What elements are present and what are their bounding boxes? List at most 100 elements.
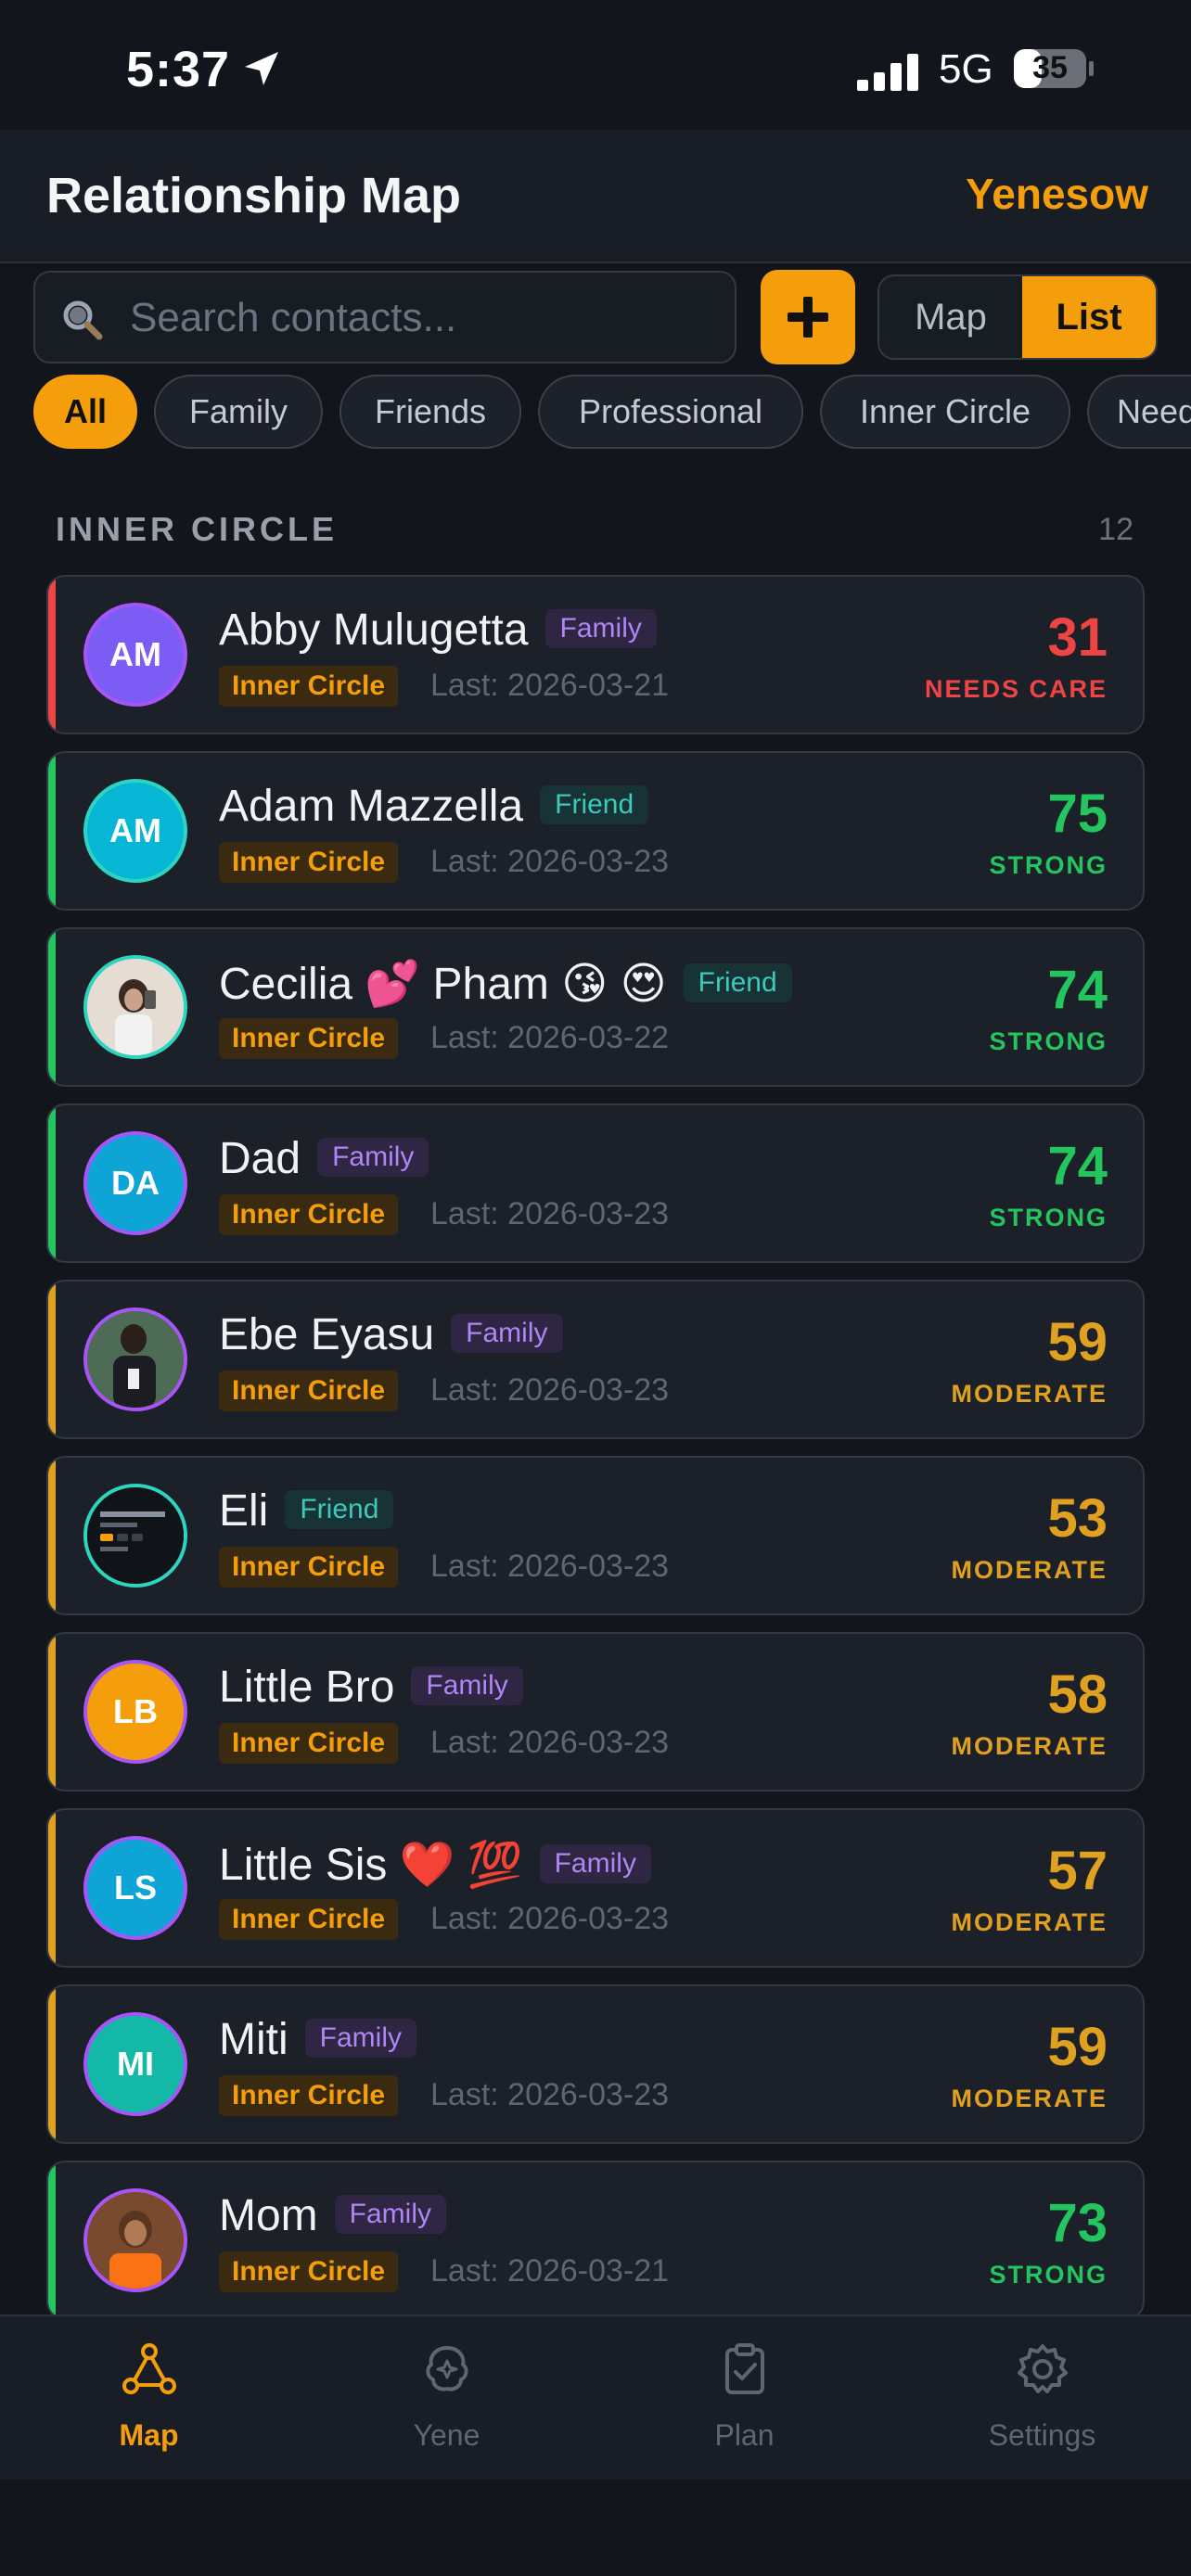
health-indicator — [48, 929, 56, 1085]
circle-badge: Inner Circle — [219, 666, 399, 707]
contact-name: Mom — [219, 2191, 318, 2240]
filter-chips: All Family Friends Professional Inner Ci… — [0, 375, 1191, 453]
contact-card[interactable]: Mom Family Inner Circle Last: 2026-03-21 … — [46, 2161, 1145, 2315]
circle-badge: Inner Circle — [219, 1371, 399, 1411]
photo-icon — [87, 1487, 184, 1584]
app-header: Relationship Map Yenesow — [0, 130, 1191, 263]
relation-tag: Friend — [540, 785, 649, 825]
contact-card[interactable]: Cecilia 💕 Pham 😘 😍 Friend Inner Circle La… — [46, 927, 1145, 1087]
circle-badge: Inner Circle — [219, 2075, 399, 2116]
gear-icon — [1018, 2344, 1068, 2393]
contact-card[interactable]: AM Abby Mulugetta Family Inner Circle Las… — [46, 575, 1145, 734]
view-toggle[interactable]: Map List — [877, 274, 1158, 360]
contact-card[interactable]: LS Little Sis ❤️ 💯 Family Inner Circle La… — [46, 1808, 1145, 1968]
tab-label: Settings — [988, 2418, 1096, 2452]
location-arrow-icon — [245, 52, 278, 85]
health-status: STRONG — [989, 2261, 1108, 2289]
avatar-photo — [83, 955, 187, 1059]
relation-tag: Family — [334, 2195, 447, 2235]
tab-map[interactable]: Map — [0, 2316, 298, 2481]
health-score: 31 — [1047, 607, 1108, 668]
last-contact: Last: 2026-03-23 — [430, 844, 670, 879]
filter-inner-circle[interactable]: Inner Circle — [820, 375, 1070, 449]
status-bar: 5:37 5G 35 — [0, 0, 1191, 130]
health-status: STRONG — [989, 851, 1108, 879]
avatar: LS — [83, 1836, 187, 1940]
filter-family[interactable]: Family — [154, 375, 323, 449]
health-indicator — [48, 753, 56, 909]
tab-plan[interactable]: Plan — [596, 2316, 893, 2481]
network-label: 5G — [939, 46, 993, 92]
avatar: LB — [83, 1660, 187, 1764]
signal-icon — [857, 54, 918, 91]
circle-badge: Inner Circle — [219, 1899, 399, 1940]
contact-name: Ebe Eyasu — [219, 1310, 435, 1359]
contact-name: Little Bro — [219, 1663, 395, 1712]
battery-level: 35 — [1032, 50, 1068, 85]
filter-needs[interactable]: Needs — [1087, 375, 1191, 449]
tab-yene[interactable]: Yene — [298, 2316, 596, 2481]
health-score: 57 — [1047, 1841, 1108, 1901]
health-status: MODERATE — [951, 1380, 1108, 1408]
map-view-button[interactable]: Map — [879, 276, 1022, 358]
avatar: AM — [83, 603, 187, 707]
filter-professional[interactable]: Professional — [538, 375, 803, 449]
health-status: MODERATE — [951, 1732, 1108, 1760]
relation-tag: Family — [451, 1314, 563, 1354]
contact-card[interactable]: MI Miti Family Inner Circle Last: 2026-03… — [46, 1984, 1145, 2144]
section-count: 12 — [1098, 512, 1133, 547]
contact-card[interactable]: Eli Friend Inner Circle Last: 2026-03-23 … — [46, 1456, 1145, 1615]
status-time: 5:37 — [126, 42, 231, 97]
search-input[interactable] — [128, 273, 707, 363]
tab-bar: Map Yene Plan Settings — [0, 2315, 1191, 2481]
contact-name: Eli — [219, 1486, 269, 1536]
health-score: 59 — [1047, 1312, 1108, 1372]
profile-link[interactable]: Yenesow — [966, 169, 1148, 219]
circle-badge: Inner Circle — [219, 1018, 399, 1059]
relation-tag: Friend — [285, 1490, 394, 1530]
health-status: MODERATE — [951, 1908, 1108, 1936]
avatar: MI — [83, 2012, 187, 2116]
photo-icon — [87, 2192, 184, 2289]
photo-icon — [87, 959, 184, 1055]
circle-badge: Inner Circle — [219, 1194, 399, 1235]
relation-tag: Family — [304, 2019, 416, 2059]
contact-list[interactable]: AM Abby Mulugetta Family Inner Circle Las… — [46, 575, 1145, 2315]
contact-card[interactable]: DA Dad Family Inner Circle Last: 2026-03-… — [46, 1103, 1145, 1263]
health-indicator — [48, 2162, 56, 2315]
contact-name: Adam Mazzella — [219, 782, 524, 831]
list-view-button[interactable]: List — [1022, 276, 1156, 358]
health-score: 74 — [1047, 960, 1108, 1020]
circle-badge: Inner Circle — [219, 2251, 399, 2292]
search-box[interactable] — [33, 271, 736, 363]
health-status: MODERATE — [951, 2085, 1108, 2112]
health-score: 73 — [1047, 2193, 1108, 2253]
health-indicator — [48, 577, 56, 733]
health-indicator — [48, 1986, 56, 2142]
contact-card[interactable]: Ebe Eyasu Family Inner Circle Last: 2026-… — [46, 1280, 1145, 1439]
tab-label: Plan — [714, 2418, 775, 2452]
avatar: AM — [83, 779, 187, 883]
add-contact-button[interactable] — [761, 270, 855, 364]
tab-label: Map — [119, 2418, 179, 2452]
section-title: INNER CIRCLE — [56, 510, 339, 548]
filter-all[interactable]: All — [33, 375, 137, 449]
graph-icon — [122, 2343, 176, 2394]
last-contact: Last: 2026-03-23 — [430, 1901, 670, 1936]
brain-icon — [426, 2346, 468, 2391]
photo-icon — [87, 1311, 184, 1408]
health-score: 74 — [1047, 1136, 1108, 1196]
filter-friends[interactable]: Friends — [339, 375, 521, 449]
tab-label: Yene — [413, 2418, 480, 2452]
health-indicator — [48, 1810, 56, 1966]
tab-settings[interactable]: Settings — [893, 2316, 1191, 2481]
health-status: STRONG — [989, 1204, 1108, 1231]
avatar-photo — [83, 1484, 187, 1588]
relation-tag: Friend — [683, 963, 792, 1003]
health-score: 58 — [1047, 1664, 1108, 1725]
avatar-photo — [83, 2188, 187, 2292]
home-indicator-area — [0, 2480, 1191, 2576]
contact-card[interactable]: LB Little Bro Family Inner Circle Last: 2… — [46, 1632, 1145, 1792]
contact-name: Miti — [219, 2015, 288, 2064]
contact-card[interactable]: AM Adam Mazzella Friend Inner Circle Last… — [46, 751, 1145, 911]
